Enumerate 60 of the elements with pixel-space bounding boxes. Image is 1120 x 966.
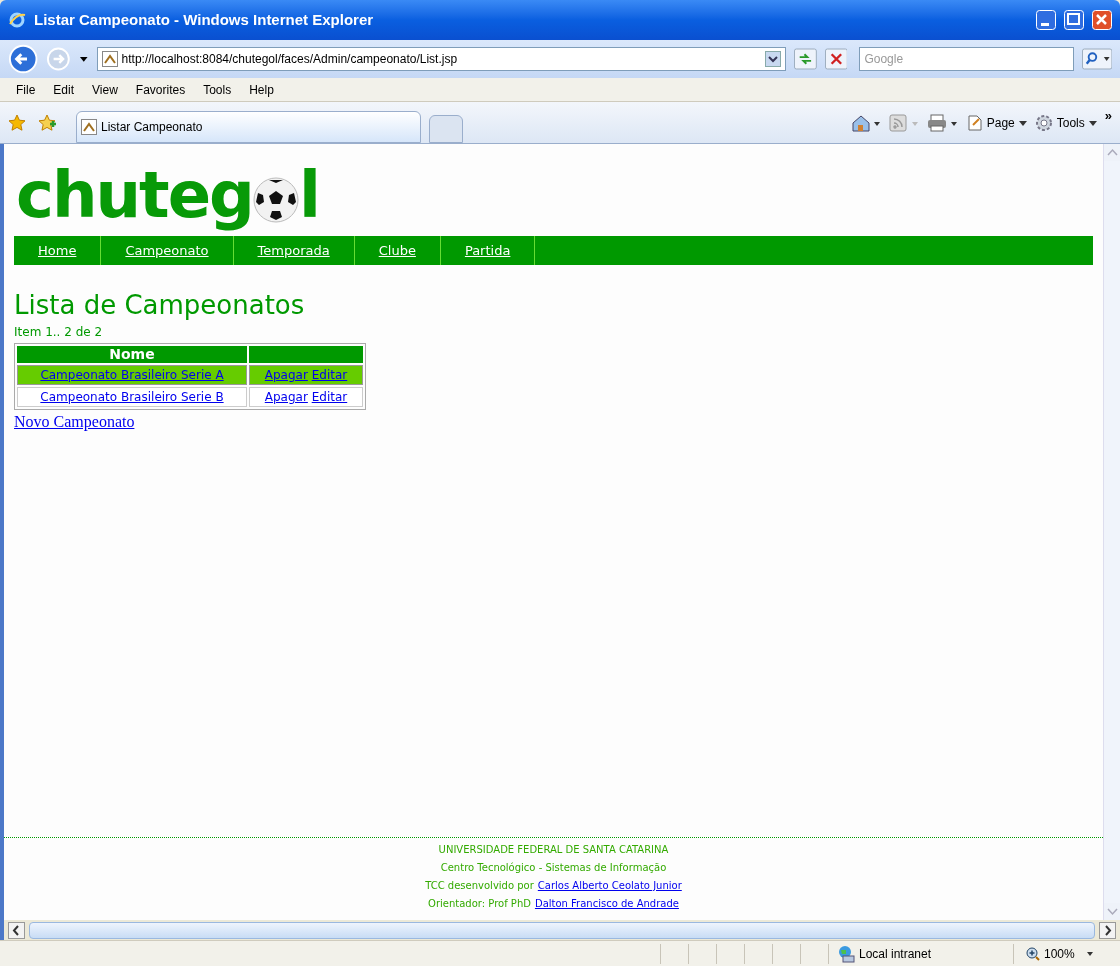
nav-link[interactable]: Campeonato <box>125 240 209 261</box>
page-menu[interactable]: Page <box>966 113 1027 132</box>
dropdown-icon[interactable] <box>764 51 781 67</box>
menu-item[interactable]: Favorites <box>135 80 186 99</box>
favorites-star-icon[interactable] <box>8 113 26 132</box>
refresh-button[interactable] <box>793 48 817 70</box>
campeonato-link[interactable]: Campeonato Brasileiro Serie B <box>40 390 224 404</box>
search-field[interactable]: Google <box>859 47 1074 71</box>
scroll-left-icon[interactable] <box>8 921 25 939</box>
footer-link[interactable]: Carlos Alberto Ceolato Junior <box>537 878 682 894</box>
menu-item[interactable]: Edit <box>53 80 75 99</box>
footer-text: Orientador: Prof PhD <box>428 897 531 911</box>
nav-link[interactable]: Temporada <box>257 240 330 261</box>
minimize-button[interactable] <box>1036 10 1056 30</box>
browser-tab[interactable]: Listar Campeonato <box>76 111 421 143</box>
zoom-icon <box>1026 946 1040 961</box>
gear-icon <box>1034 113 1053 132</box>
scroll-right-icon[interactable] <box>1099 921 1116 939</box>
home-icon[interactable] <box>850 113 881 132</box>
address-field[interactable]: http://localhost:8084/chutegol/faces/Admin/campeonato/List.jsp <box>96 47 786 71</box>
overflow-button[interactable]: » <box>1104 105 1112 125</box>
nav-link[interactable]: Partida <box>464 240 511 261</box>
print-icon[interactable] <box>926 113 959 132</box>
ie-logo-icon <box>8 11 26 29</box>
action-link[interactable]: Editar <box>311 368 348 382</box>
item-count: Item 1.. 2 de 2 <box>14 324 104 341</box>
footer-text: UNIVERSIDADE FEDERAL DE SANTA CATARINA <box>438 843 669 857</box>
menu-item[interactable]: File <box>16 80 36 99</box>
menu-item[interactable]: Tools <box>203 80 232 99</box>
tools-menu[interactable]: Tools <box>1034 113 1097 132</box>
close-button[interactable] <box>1092 10 1112 30</box>
security-zone: Local intranet <box>859 945 932 963</box>
footer-text: TCC desenvolvido por <box>425 879 534 893</box>
site-logo: chuteg l <box>15 157 319 234</box>
stop-button[interactable] <box>824 48 848 70</box>
zoom-level[interactable]: 100% <box>1013 943 1095 964</box>
feed-icon[interactable] <box>888 113 919 132</box>
menu-item[interactable]: Help <box>249 80 274 99</box>
campeonato-link[interactable]: Campeonato Brasileiro Serie A <box>40 368 224 382</box>
page-heading: Lista de Campeonatos <box>14 289 306 321</box>
search-button[interactable] <box>1081 48 1112 70</box>
soccer-ball-icon <box>252 177 299 223</box>
window-title: Listar Campeonato - Windows Internet Explorer <box>34 9 375 30</box>
nav-link[interactable]: Clube <box>378 240 416 261</box>
maximize-button[interactable] <box>1064 10 1084 30</box>
caret-icon <box>1018 118 1027 127</box>
caret-icon <box>1088 118 1097 127</box>
dropdown-icon[interactable] <box>79 54 89 64</box>
back-button[interactable] <box>8 43 39 75</box>
network-globe-icon <box>837 944 855 963</box>
footer-text: Centro Tecnológico - Sistemas de Informação <box>440 861 667 875</box>
add-favorite-icon[interactable] <box>38 113 56 132</box>
action-link[interactable]: Apagar <box>264 390 308 404</box>
action-link[interactable]: Editar <box>311 390 348 404</box>
menu-item[interactable]: View <box>92 80 118 99</box>
column-header: Nome <box>17 346 247 363</box>
action-link[interactable]: Apagar <box>264 368 308 382</box>
footer-link[interactable]: Dalton Francisco de Andrade <box>534 896 679 912</box>
nav-link[interactable]: Home <box>38 240 77 261</box>
new-link[interactable]: Novo Campeonato <box>14 410 135 434</box>
